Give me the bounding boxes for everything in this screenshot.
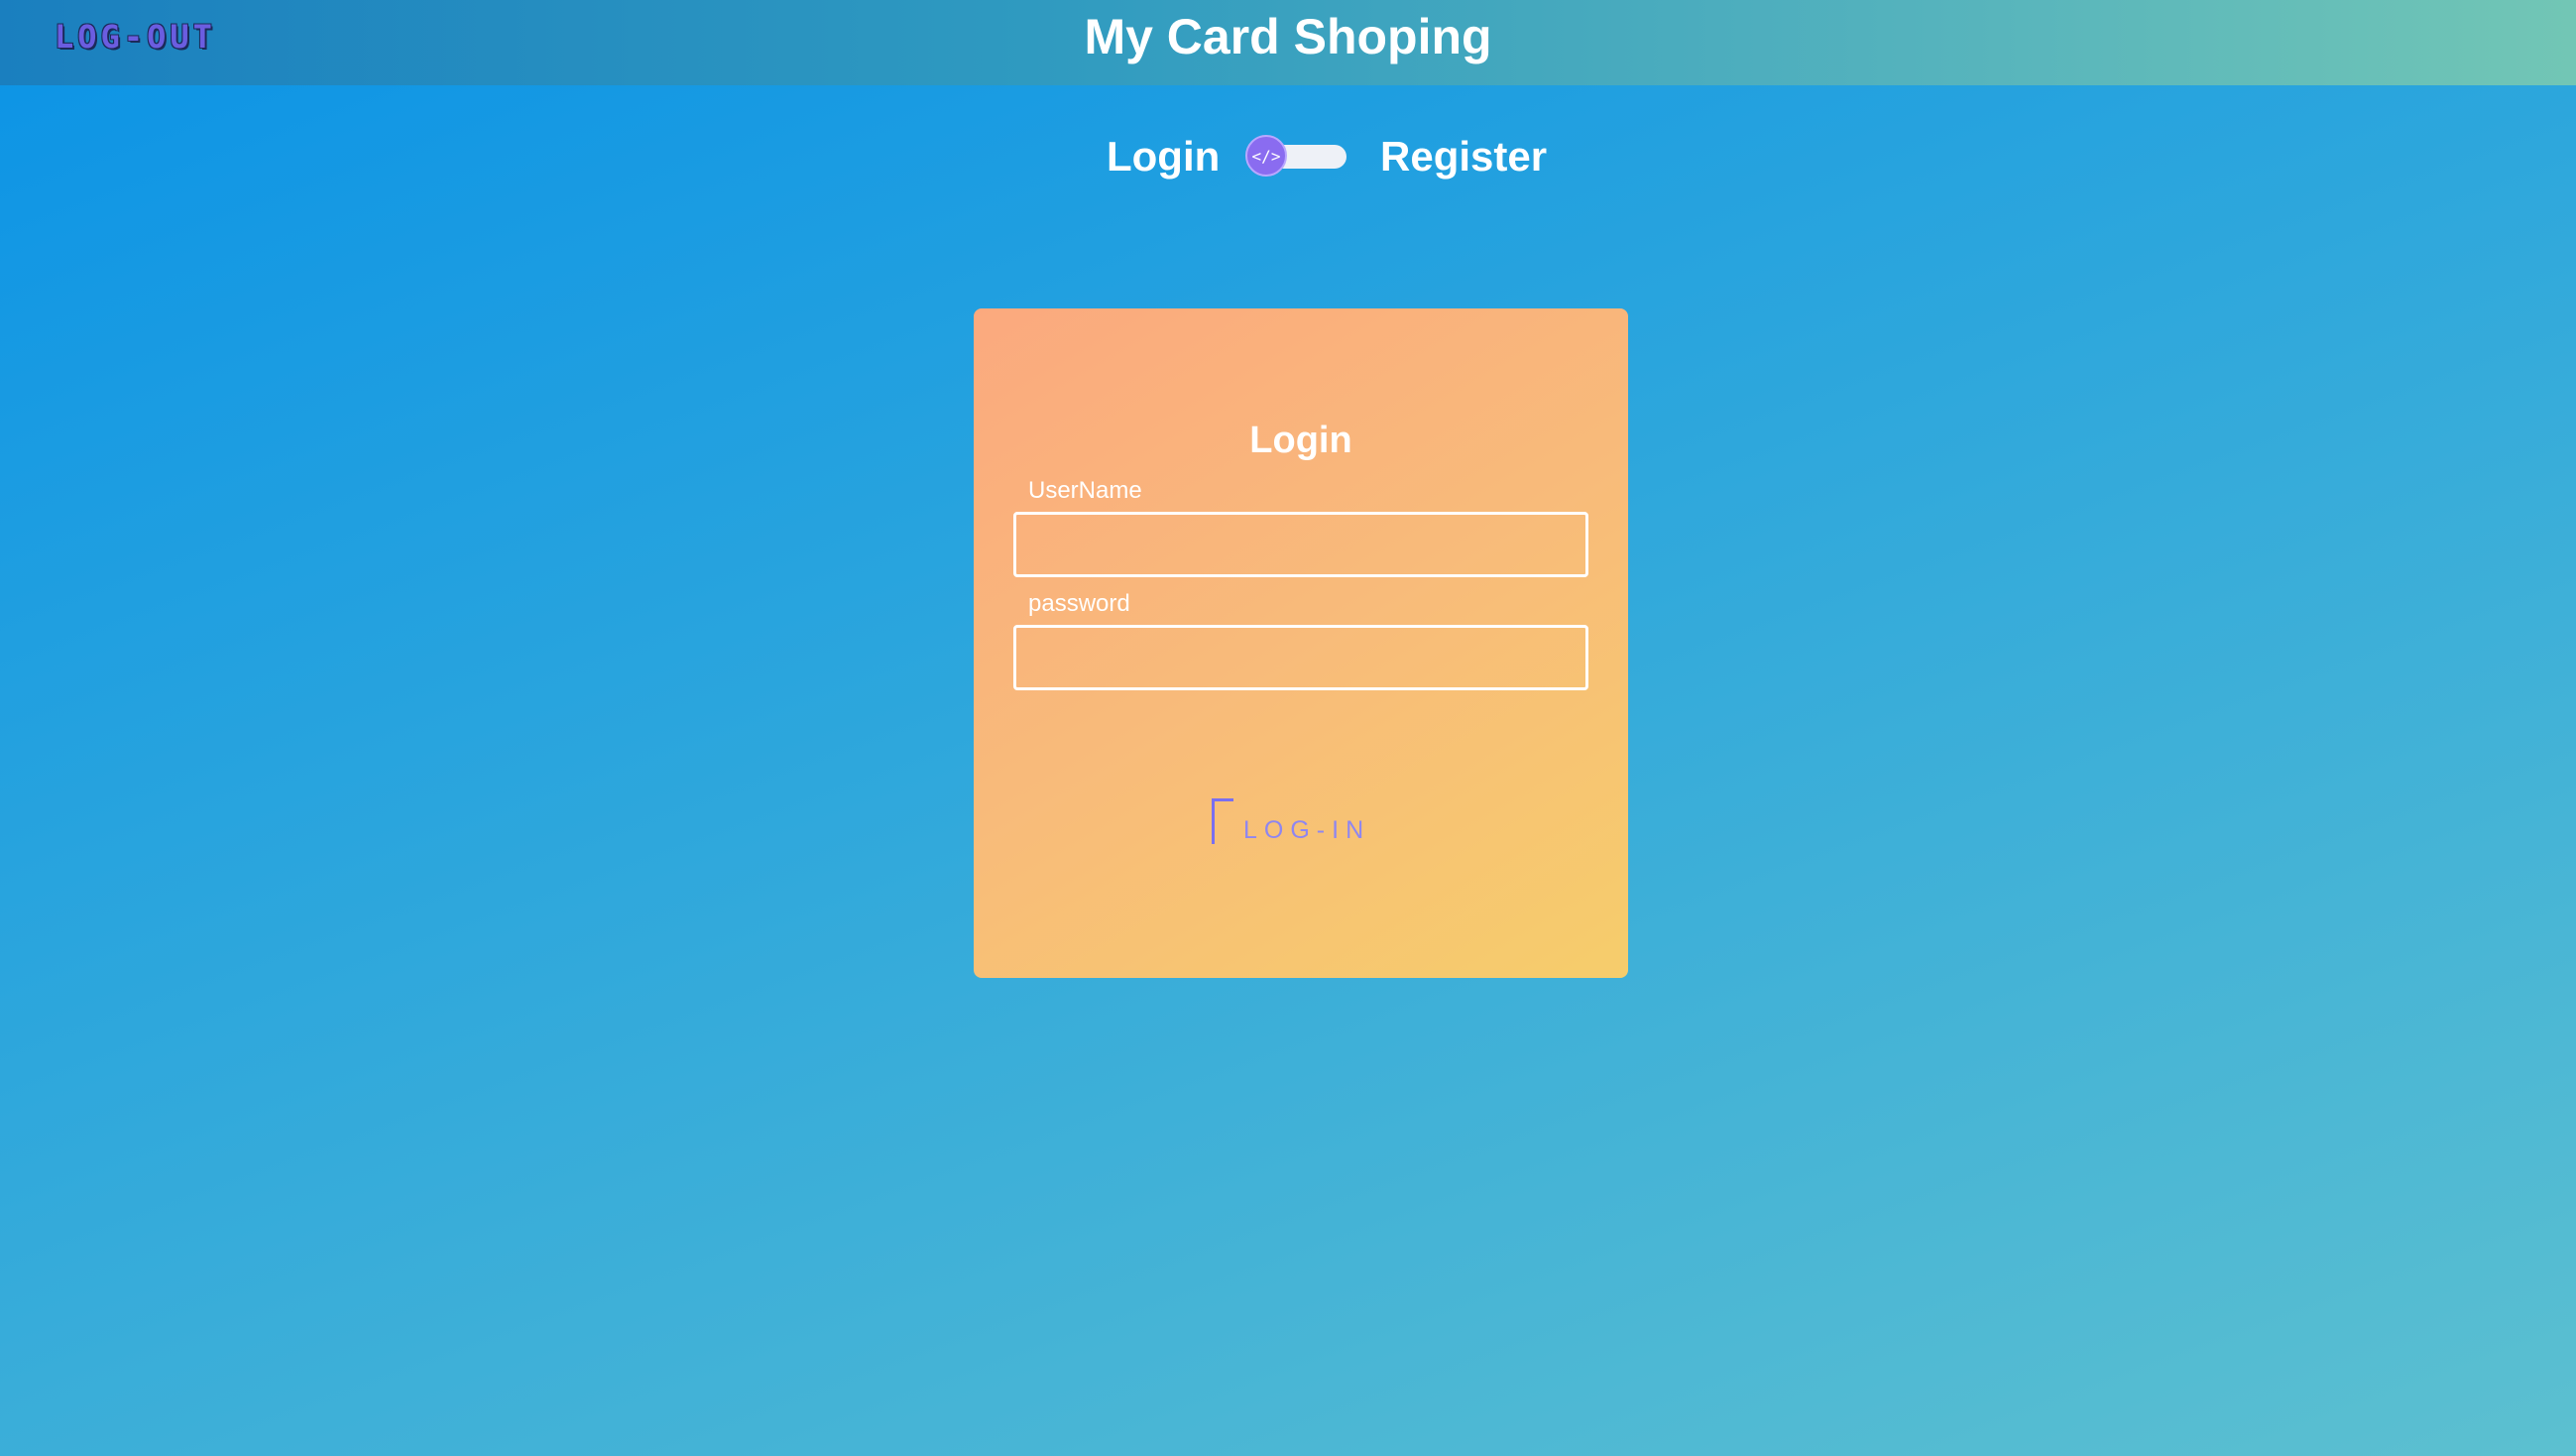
app-title: My Card Shoping: [1084, 9, 1492, 64]
password-input[interactable]: [1013, 625, 1588, 690]
code-icon[interactable]: </>: [1245, 135, 1287, 177]
switch-login-label[interactable]: Login: [1107, 133, 1220, 181]
login-submit-label: LOG-IN: [1243, 816, 1371, 844]
top-bar: LOG-OUT My Card Shoping: [0, 0, 2576, 85]
switch-register-label[interactable]: Register: [1380, 133, 1547, 181]
username-label: UserName: [1028, 477, 1142, 504]
login-card-title: Login: [1249, 420, 1352, 461]
password-label: password: [1028, 590, 1130, 617]
login-card: Login UserName password LOG-IN: [974, 308, 1628, 978]
login-register-switch: Login </> Register: [0, 129, 2576, 188]
login-submit-button[interactable]: LOG-IN: [1210, 798, 1398, 854]
bracket-decoration: [1212, 798, 1233, 844]
username-input[interactable]: [1013, 512, 1588, 577]
